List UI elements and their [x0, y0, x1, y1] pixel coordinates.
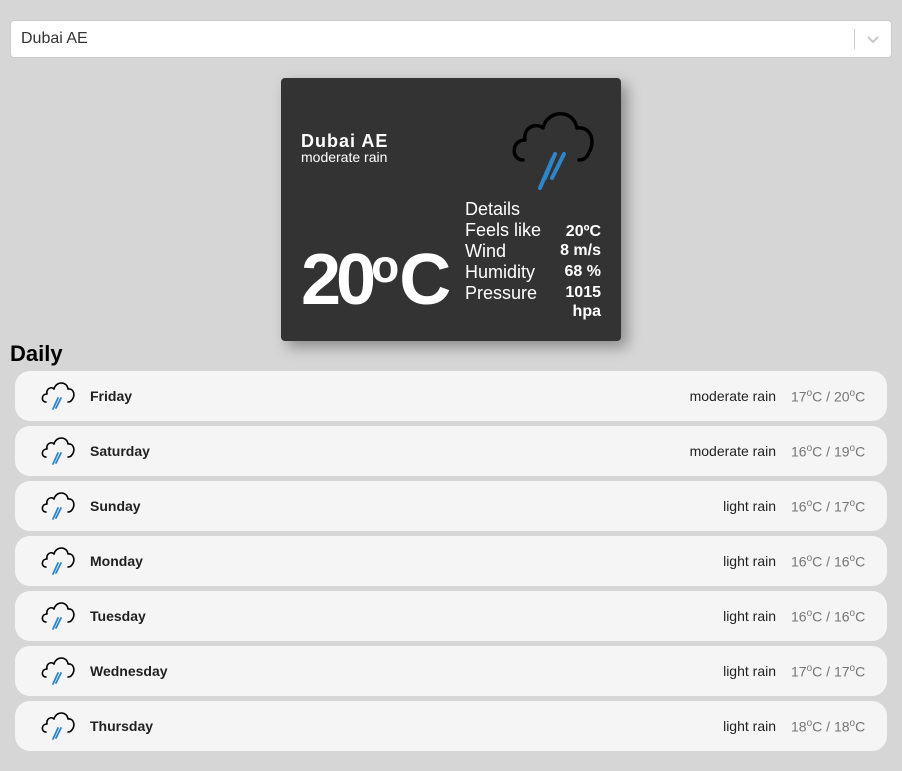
daily-max: 20: [833, 388, 850, 405]
daily-temp-range: 17oC / 17oC: [791, 663, 887, 680]
rain-cloud-icon: [15, 653, 90, 689]
daily-max: 17: [833, 498, 850, 515]
unit: C: [812, 608, 823, 625]
rain-cloud-icon: [15, 708, 90, 744]
range-separator: /: [822, 388, 834, 405]
range-separator: /: [822, 608, 834, 625]
feels-like-label: Feels like: [465, 220, 542, 240]
unit: C: [812, 663, 823, 680]
daily-day: Sunday: [90, 498, 141, 514]
daily-description: light rain: [723, 498, 776, 514]
current-temp-unit: C: [399, 240, 451, 320]
rain-cloud-icon: [15, 488, 90, 524]
detail-row-humidity: Humidity 68 %: [465, 262, 601, 283]
unit: C: [812, 388, 823, 405]
daily-min: 16: [791, 553, 807, 570]
daily-description: light rain: [723, 608, 776, 624]
unit: C: [855, 388, 866, 405]
unit: C: [855, 498, 866, 515]
unit: C: [855, 443, 866, 460]
daily-min: 17: [791, 388, 807, 405]
rain-cloud-icon: [15, 598, 90, 634]
current-description: moderate rain: [301, 149, 388, 165]
range-separator: /: [822, 553, 834, 570]
current-temp-value: 20: [301, 240, 376, 320]
detail-row-wind: Wind 8 m/s: [465, 241, 601, 262]
wind-value: 8 m/s: [560, 242, 601, 259]
daily-max: 16: [833, 553, 850, 570]
daily-min: 16: [791, 498, 807, 515]
daily-description: light rain: [723, 663, 776, 679]
detail-row-feels-like: Feels like 20ºC: [465, 220, 601, 241]
daily-day: Tuesday: [90, 608, 146, 624]
unit: C: [812, 443, 823, 460]
daily-row-saturday[interactable]: Saturday moderate rain 16oC / 19oC: [15, 426, 887, 476]
daily-temp-range: 17oC / 20oC: [791, 388, 887, 405]
daily-row-tuesday[interactable]: Tuesday light rain 16oC / 16oC: [15, 591, 887, 641]
rain-cloud-icon: [15, 378, 90, 414]
range-separator: /: [822, 498, 834, 515]
daily-day: Monday: [90, 553, 143, 569]
unit: C: [855, 608, 866, 625]
daily-temp-range: 16oC / 19oC: [791, 443, 887, 460]
city-select[interactable]: Dubai AE: [10, 20, 892, 58]
range-separator: /: [822, 663, 834, 680]
detail-row-pressure: Pressure 1015 hpa: [465, 283, 601, 321]
unit: C: [855, 663, 866, 680]
daily-temp-range: 16oC / 16oC: [791, 553, 887, 570]
daily-temp-range: 18oC / 18oC: [791, 718, 887, 735]
daily-row-wednesday[interactable]: Wednesday light rain 17oC / 17oC: [15, 646, 887, 696]
daily-max: 19: [833, 443, 850, 460]
weather-details: Details Feels like 20ºC Wind 8 m/s Humid…: [465, 198, 601, 321]
unit: C: [812, 718, 823, 735]
daily-day: Saturday: [90, 443, 150, 459]
daily-description: moderate rain: [689, 443, 776, 459]
rain-cloud-icon: [507, 104, 597, 199]
daily-day: Wednesday: [90, 663, 168, 679]
feels-like-value: 20ºC: [565, 223, 601, 240]
daily-max: 18: [833, 718, 850, 735]
wind-label: Wind: [465, 241, 507, 261]
rain-cloud-icon: [15, 543, 90, 579]
daily-description: light rain: [723, 718, 776, 734]
humidity-value: 68 %: [564, 263, 601, 280]
daily-row-friday[interactable]: Friday moderate rain 17oC / 20oC: [15, 371, 887, 421]
humidity-label: Humidity: [465, 262, 536, 282]
daily-row-monday[interactable]: Monday light rain 16oC / 16oC: [15, 536, 887, 586]
current-temp-deg: o: [371, 240, 400, 292]
range-separator: /: [822, 443, 834, 460]
daily-forecast-list: Friday moderate rain 17oC / 20oC Saturday mo…: [15, 371, 887, 756]
daily-min: 16: [791, 608, 807, 625]
daily-temp-range: 16oC / 17oC: [791, 498, 887, 515]
daily-description: moderate rain: [689, 388, 776, 404]
current-city: Dubai AE: [301, 131, 389, 151]
daily-row-sunday[interactable]: Sunday light rain 16oC / 17oC: [15, 481, 887, 531]
daily-max: 16: [833, 608, 850, 625]
unit: C: [855, 553, 866, 570]
daily-min: 16: [791, 443, 807, 460]
details-title: Details: [465, 199, 521, 219]
daily-row-thursday[interactable]: Thursday light rain 18oC / 18oC: [15, 701, 887, 751]
daily-title: Daily: [10, 341, 63, 366]
current-temperature: 20oC: [301, 226, 451, 320]
unit: C: [812, 498, 823, 515]
chevron-down-icon[interactable]: [855, 34, 891, 44]
unit: C: [855, 718, 866, 735]
daily-day: Thursday: [90, 718, 154, 734]
daily-description: light rain: [723, 553, 776, 569]
range-separator: /: [822, 718, 834, 735]
daily-min: 17: [791, 663, 807, 680]
pressure-label: Pressure: [465, 283, 538, 303]
current-weather-card: Dubai AE moderate rain 20oC Details Feel…: [281, 78, 621, 341]
daily-min: 18: [791, 718, 807, 735]
daily-day: Friday: [90, 388, 133, 404]
unit: C: [812, 553, 823, 570]
rain-cloud-icon: [15, 433, 90, 469]
daily-max: 17: [833, 663, 850, 680]
city-select-value: Dubai AE: [21, 30, 88, 47]
pressure-value: 1015 hpa: [565, 284, 601, 320]
daily-temp-range: 16oC / 16oC: [791, 608, 887, 625]
